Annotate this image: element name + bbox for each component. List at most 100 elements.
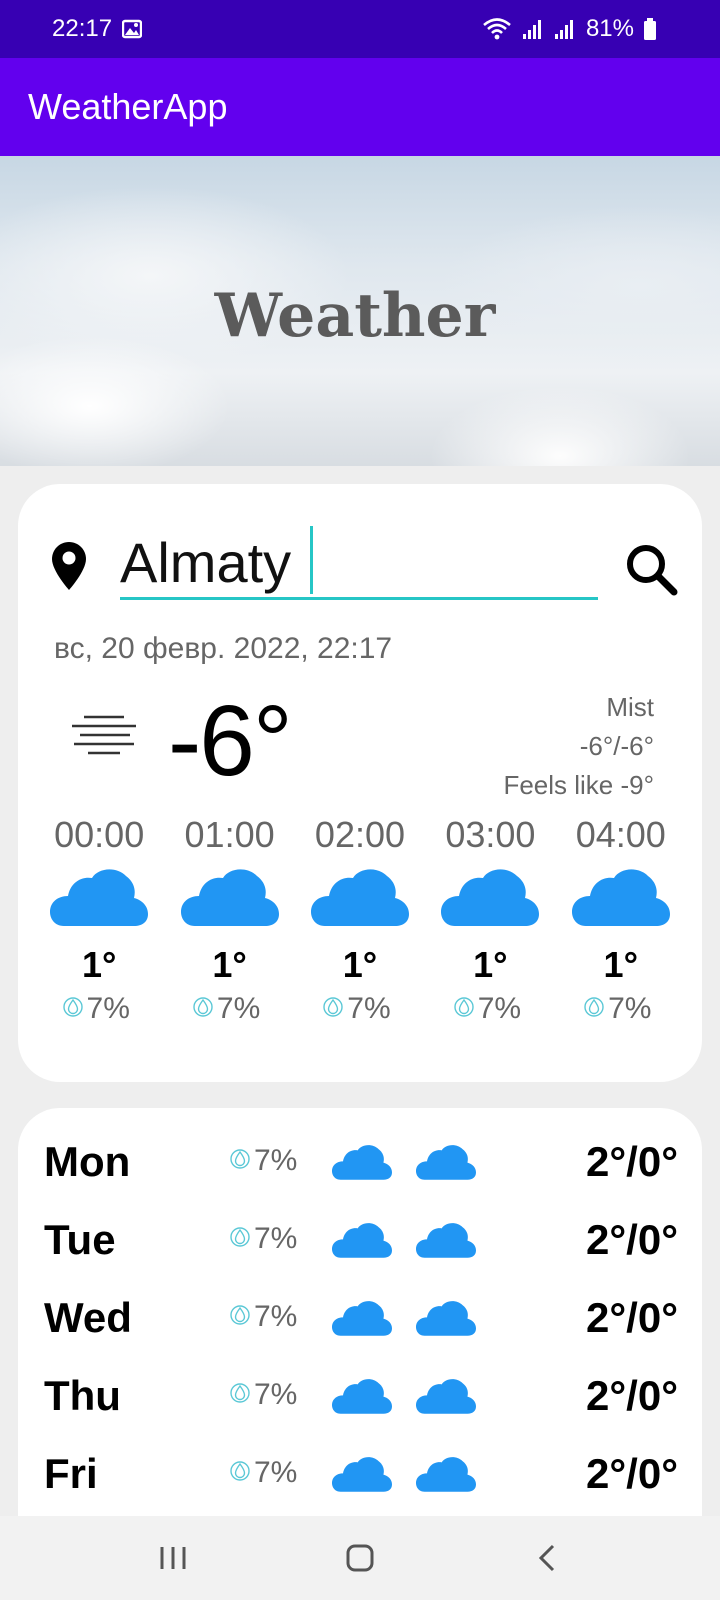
- system-nav-bar: [0, 1516, 720, 1600]
- day-temp-range: 2°/0°: [586, 1450, 678, 1497]
- raindrop-icon: [323, 992, 343, 1026]
- hour-temp: 1°: [81, 944, 117, 985]
- hour-rain: 7%: [193, 992, 260, 1026]
- raindrop-icon: [230, 1456, 250, 1490]
- signal-icon-1: [522, 18, 544, 40]
- status-bar: 22:17 81%: [0, 0, 720, 58]
- day-temp-range: 2°/0°: [586, 1294, 678, 1341]
- rain-chance: 7%: [608, 992, 652, 1025]
- condition-text: Mist: [606, 692, 654, 722]
- raindrop-icon: [584, 992, 604, 1026]
- day-name: Thu: [44, 1372, 121, 1419]
- cloud-icon: [332, 1142, 392, 1187]
- hourly-item: 04:00 1° 7%: [556, 814, 686, 1026]
- cloud-icon: [416, 1298, 476, 1343]
- rain-chance: 7%: [477, 992, 522, 1025]
- location-pin-icon: [52, 542, 86, 595]
- raindrop-icon: [230, 1300, 250, 1334]
- cloud-icon: [310, 866, 409, 938]
- app-title: WeatherApp: [28, 86, 228, 127]
- hour-temp: 1°: [212, 944, 247, 985]
- daily-row[interactable]: Tue 7% 2°/0°: [18, 1206, 702, 1284]
- city-search-input[interactable]: [120, 534, 598, 600]
- home-icon: [346, 1544, 374, 1572]
- hour-temp: 1°: [473, 944, 508, 985]
- cloud-icon: [332, 1376, 392, 1421]
- rain-chance: 7%: [254, 1378, 298, 1411]
- back-button[interactable]: [507, 1528, 587, 1588]
- home-button[interactable]: [320, 1528, 400, 1588]
- daily-row[interactable]: Thu 7% 2°/0°: [18, 1362, 702, 1440]
- raindrop-icon: [453, 992, 474, 1026]
- rain-chance: 7%: [254, 1222, 298, 1255]
- cloud-icon: [416, 1220, 476, 1265]
- raindrop-icon: [230, 1378, 250, 1412]
- day-temp-range: 2°/0°: [586, 1372, 678, 1419]
- hour-time: 00:00: [54, 814, 145, 855]
- raindrop-icon: [230, 1222, 250, 1256]
- daily-row[interactable]: Mon 7% 2°/0°: [18, 1128, 702, 1206]
- mist-icon: [70, 714, 138, 763]
- current-datetime: вс, 20 февр. 2022, 22:17: [54, 632, 393, 665]
- hour-time: 03:00: [445, 814, 536, 855]
- hour-temp: 1°: [603, 944, 638, 985]
- condition-block: Mist -6°/-6° Feels like -9°: [503, 688, 654, 805]
- rain-chance: 7%: [86, 992, 130, 1025]
- rain-chance: 7%: [254, 1144, 298, 1177]
- hourly-item: 02:00 1° 7%: [295, 814, 425, 1026]
- status-left: 22:17: [52, 15, 143, 43]
- hour-rain: 7%: [584, 992, 651, 1026]
- cloud-icon: [332, 1220, 392, 1265]
- day-name: Wed: [44, 1294, 132, 1341]
- hourly-item: 01:00 1° 7%: [164, 814, 294, 1026]
- hour-time: 02:00: [314, 814, 406, 855]
- cloud-icon: [416, 1376, 476, 1421]
- text-caret: [310, 526, 313, 594]
- cloud-icon: [332, 1454, 392, 1499]
- status-time: 22:17: [52, 15, 113, 42]
- battery-icon: [644, 18, 656, 40]
- daily-row[interactable]: Wed 7% 2°/0°: [18, 1284, 702, 1362]
- cloud-icon: [180, 866, 279, 938]
- raindrop-icon: [193, 992, 213, 1026]
- temp-range: -6°/-6°: [579, 731, 654, 761]
- battery-percent: 81%: [585, 15, 634, 42]
- day-rain: 7%: [230, 1378, 297, 1412]
- cloud-icon: [416, 1454, 476, 1499]
- hourly-forecast: 00:00 1° 7% 01:00 1° 7% 02:00 1° 7% 03:0…: [34, 814, 686, 1026]
- signal-icon-2: [554, 18, 576, 40]
- cloud-icon: [50, 866, 149, 938]
- day-rain: 7%: [230, 1222, 297, 1256]
- day-rain: 7%: [230, 1456, 297, 1490]
- day-temp-range: 2°/0°: [586, 1216, 678, 1263]
- raindrop-icon: [62, 992, 83, 1026]
- hour-rain: 7%: [453, 992, 522, 1026]
- rain-chance: 7%: [254, 1300, 298, 1333]
- hour-time: 01:00: [184, 814, 275, 855]
- hourly-item: 00:00 1° 7%: [34, 814, 164, 1026]
- hero-title: Weather: [214, 281, 496, 351]
- hour-rain: 7%: [323, 992, 391, 1026]
- hour-time: 04:00: [575, 814, 666, 855]
- wifi-icon: [482, 17, 512, 41]
- day-rain: 7%: [230, 1144, 297, 1178]
- hour-rain: 7%: [62, 992, 130, 1026]
- daily-row[interactable]: Fri 7% 2°/0°: [18, 1440, 702, 1518]
- hero-banner: Weather: [0, 156, 720, 466]
- app-bar: WeatherApp: [0, 58, 720, 156]
- cloud-icon: [571, 866, 670, 938]
- day-name: Mon: [44, 1138, 131, 1185]
- raindrop-icon: [230, 1144, 250, 1178]
- rain-chance: 7%: [216, 992, 261, 1025]
- cloud-icon: [332, 1298, 392, 1343]
- hour-temp: 1°: [342, 944, 378, 985]
- rain-chance: 7%: [347, 992, 391, 1025]
- search-icon[interactable]: [624, 542, 678, 601]
- feels-like: Feels like -9°: [503, 770, 654, 800]
- back-icon: [538, 1544, 554, 1572]
- rain-chance: 7%: [254, 1456, 298, 1489]
- gallery-icon: [122, 19, 143, 39]
- day-temp-range: 2°/0°: [586, 1138, 678, 1185]
- recents-button[interactable]: [133, 1528, 213, 1588]
- search-row: [18, 484, 702, 614]
